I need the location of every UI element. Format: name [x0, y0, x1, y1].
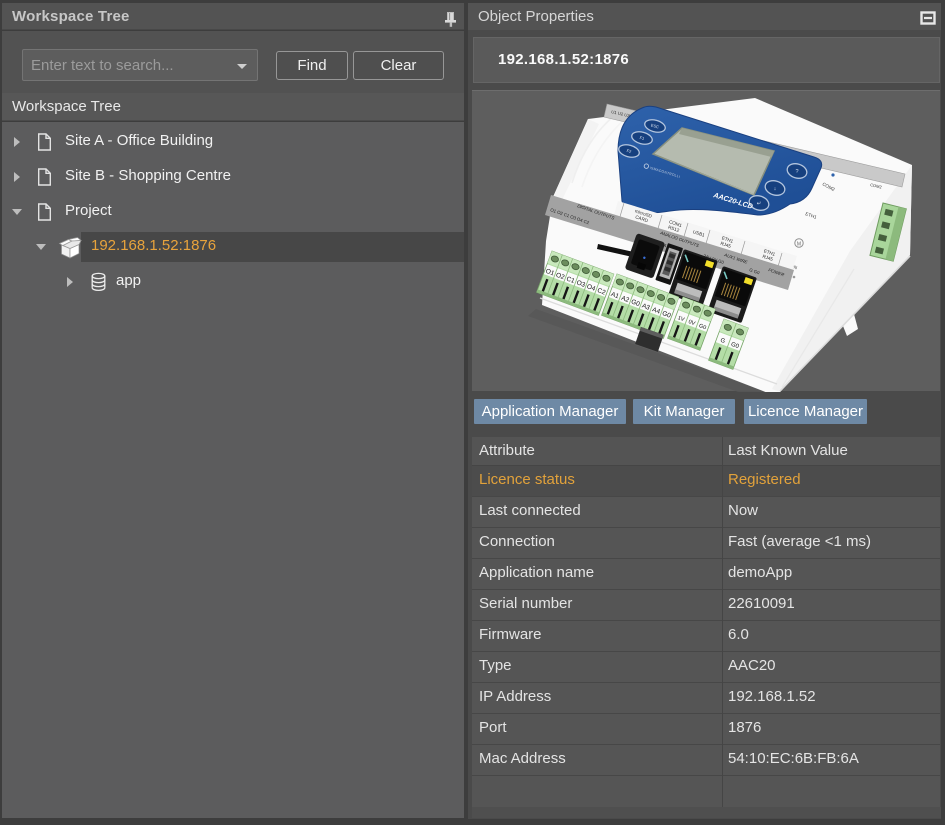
- svg-text:↵: ↵: [757, 201, 762, 207]
- svg-text:M: M: [797, 242, 801, 248]
- svg-text:↓: ↓: [774, 186, 777, 192]
- svg-text:?: ?: [795, 169, 798, 175]
